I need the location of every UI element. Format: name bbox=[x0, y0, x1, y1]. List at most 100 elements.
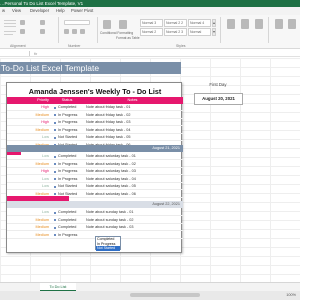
notes-cell[interactable]: Note about friday task - 03 bbox=[82, 119, 183, 126]
styles-scroll-up-icon[interactable]: ▴ bbox=[212, 19, 216, 27]
task-row[interactable]: Low Not Started Note about friday task - 0… bbox=[7, 134, 183, 141]
align-top-icon[interactable] bbox=[4, 20, 16, 21]
notes-cell[interactable]: Note about sunday task - 02 bbox=[82, 217, 183, 224]
tab-help[interactable]: Help bbox=[56, 7, 65, 15]
task-row[interactable]: High In Progress Note about saturday task … bbox=[7, 168, 183, 175]
align-middle-icon[interactable] bbox=[4, 23, 16, 24]
format-cells-icon[interactable] bbox=[255, 19, 263, 29]
conditional-formatting-icon[interactable] bbox=[103, 20, 111, 29]
status-cell[interactable]: Completed bbox=[52, 104, 82, 111]
notes-cell[interactable]: Note about friday task - 04 bbox=[82, 127, 183, 134]
priority-cell[interactable]: Low bbox=[7, 153, 52, 160]
zoom-level[interactable]: 100% bbox=[286, 291, 296, 300]
status-cell[interactable]: In Progress bbox=[52, 176, 82, 183]
first-day-input[interactable]: August 20, 2021 bbox=[194, 93, 243, 105]
priority-cell[interactable]: Medium bbox=[7, 161, 52, 168]
status-cell[interactable]: In Progress bbox=[52, 112, 82, 119]
task-row[interactable]: Low Completed Note about saturday task - 0… bbox=[7, 153, 183, 160]
name-box[interactable] bbox=[0, 51, 30, 56]
todo-list-card: Amanda Jenssen's Weekly To - Do List Pri… bbox=[6, 82, 183, 253]
notes-cell[interactable]: Note about sunday task - 01 bbox=[82, 209, 183, 216]
task-row[interactable]: Medium In Progress Note about friday task … bbox=[7, 127, 183, 134]
priority-cell[interactable]: Medium bbox=[7, 232, 52, 239]
priority-cell[interactable]: Low bbox=[7, 183, 52, 190]
orientation-icon[interactable] bbox=[40, 20, 45, 25]
notes-cell[interactable]: Note about saturday task - 01 bbox=[82, 153, 183, 160]
task-row[interactable]: Medium In Progress Note about friday task … bbox=[7, 112, 183, 119]
notes-cell[interactable]: Note about friday task - 05 bbox=[82, 134, 183, 141]
notes-cell[interactable]: Note about saturday task - 06 bbox=[82, 191, 183, 198]
format-as-table-icon[interactable] bbox=[119, 20, 127, 29]
status-cell[interactable]: In Progress bbox=[52, 119, 82, 126]
style-normal-2[interactable]: Normal 2 bbox=[140, 28, 163, 36]
task-row[interactable]: Medium In Progress Note about saturday tas… bbox=[7, 161, 183, 168]
notes-cell[interactable]: Note about saturday task - 02 bbox=[82, 161, 183, 168]
style-normal-3[interactable]: Normal 3 bbox=[140, 19, 163, 27]
priority-cell[interactable]: Low bbox=[7, 134, 52, 141]
format-as-table-label[interactable]: Format as Table bbox=[116, 36, 140, 40]
style-normal-2-3[interactable]: Normal 2 3 bbox=[164, 28, 187, 36]
align-center-icon[interactable] bbox=[4, 34, 13, 35]
status-cell[interactable]: Completed bbox=[52, 224, 82, 231]
currency-icon[interactable] bbox=[64, 29, 69, 34]
fx-icon[interactable]: fx bbox=[34, 50, 37, 57]
status-cell[interactable]: Completed bbox=[52, 153, 82, 160]
dropdown-option-not-started[interactable]: Not Started bbox=[96, 246, 120, 251]
priority-cell[interactable]: Low bbox=[7, 209, 52, 216]
priority-cell[interactable]: Medium bbox=[7, 127, 52, 134]
notes-cell[interactable]: Note about sunday task - 03 bbox=[82, 224, 183, 231]
status-dropdown-list[interactable]: Completed In Progress Not Started bbox=[95, 236, 121, 251]
percent-icon[interactable] bbox=[72, 29, 77, 34]
align-bottom-icon[interactable] bbox=[4, 26, 16, 27]
task-row[interactable]: Low Not Started Note about saturday task -… bbox=[7, 183, 183, 190]
merge-center-icon[interactable] bbox=[20, 29, 25, 34]
status-cell[interactable]: Completed bbox=[52, 217, 82, 224]
status-cell[interactable]: Not Started bbox=[52, 183, 82, 190]
indent-icon[interactable] bbox=[40, 29, 45, 34]
priority-cell[interactable]: Medium bbox=[7, 217, 52, 224]
style-normal-4[interactable]: Normal 4 bbox=[188, 19, 211, 27]
status-cell[interactable]: In Progress bbox=[52, 168, 82, 175]
priority-cell[interactable]: Low bbox=[7, 176, 52, 183]
notes-cell[interactable]: Note about saturday task - 03 bbox=[82, 168, 183, 175]
style-normal-2-2[interactable]: Normal 2 2 bbox=[164, 19, 187, 27]
status-cell[interactable]: In Progress bbox=[52, 232, 82, 239]
status-cell[interactable]: Completed bbox=[52, 209, 82, 216]
task-row[interactable]: High In Progress Note about friday task - … bbox=[7, 119, 183, 126]
status-text: Completed bbox=[58, 210, 77, 214]
tab-w[interactable]: w bbox=[2, 7, 5, 15]
notes-cell[interactable]: Note about saturday task - 04 bbox=[82, 176, 183, 183]
sort-filter-icon[interactable] bbox=[288, 19, 296, 29]
tab-power-pivot[interactable]: Power Pivot bbox=[71, 7, 93, 15]
task-row[interactable]: Low Completed Note about sunday task - 01 bbox=[7, 209, 183, 216]
task-row[interactable]: Low In Progress Note about saturday task -… bbox=[7, 176, 183, 183]
insert-cells-icon[interactable] bbox=[227, 19, 235, 29]
notes-cell[interactable]: Note about friday task - 02 bbox=[82, 112, 183, 119]
align-left-icon[interactable] bbox=[4, 31, 16, 32]
style-normal[interactable]: Normal bbox=[188, 28, 211, 36]
notes-cell[interactable]: Note about friday task - 01 bbox=[82, 104, 183, 111]
status-cell[interactable]: In Progress bbox=[52, 127, 82, 134]
sheet-tabs-bar: To Do List bbox=[0, 282, 300, 292]
notes-cell[interactable]: Note about saturday task - 05 bbox=[82, 183, 183, 190]
horizontal-scrollbar[interactable] bbox=[130, 293, 200, 297]
autosum-icon[interactable] bbox=[275, 19, 283, 29]
delete-cells-icon[interactable] bbox=[241, 19, 249, 29]
priority-cell[interactable]: Medium bbox=[7, 224, 52, 231]
priority-cell[interactable]: High bbox=[7, 168, 52, 175]
tab-developer[interactable]: Developer bbox=[30, 7, 49, 15]
wrap-text-icon[interactable] bbox=[20, 20, 25, 25]
conditional-formatting-label[interactable]: Conditional Formatting bbox=[100, 31, 133, 35]
task-row[interactable]: Medium Completed Note about sunday task - … bbox=[7, 224, 183, 231]
styles-scroll-down-icon[interactable]: ▾ bbox=[212, 28, 216, 36]
task-row[interactable]: Medium Completed Note about sunday task - … bbox=[7, 217, 183, 224]
priority-cell[interactable]: High bbox=[7, 104, 52, 111]
status-cell[interactable]: Not Started bbox=[52, 134, 82, 141]
comma-icon[interactable] bbox=[80, 29, 85, 34]
task-row[interactable]: High Completed Note about friday task - 01 bbox=[7, 104, 183, 111]
tab-view[interactable]: View bbox=[12, 7, 21, 15]
priority-cell[interactable]: High bbox=[7, 119, 52, 126]
number-format-dropdown[interactable] bbox=[64, 20, 90, 25]
status-cell[interactable]: In Progress bbox=[52, 161, 82, 168]
priority-cell[interactable]: Medium bbox=[7, 112, 52, 119]
